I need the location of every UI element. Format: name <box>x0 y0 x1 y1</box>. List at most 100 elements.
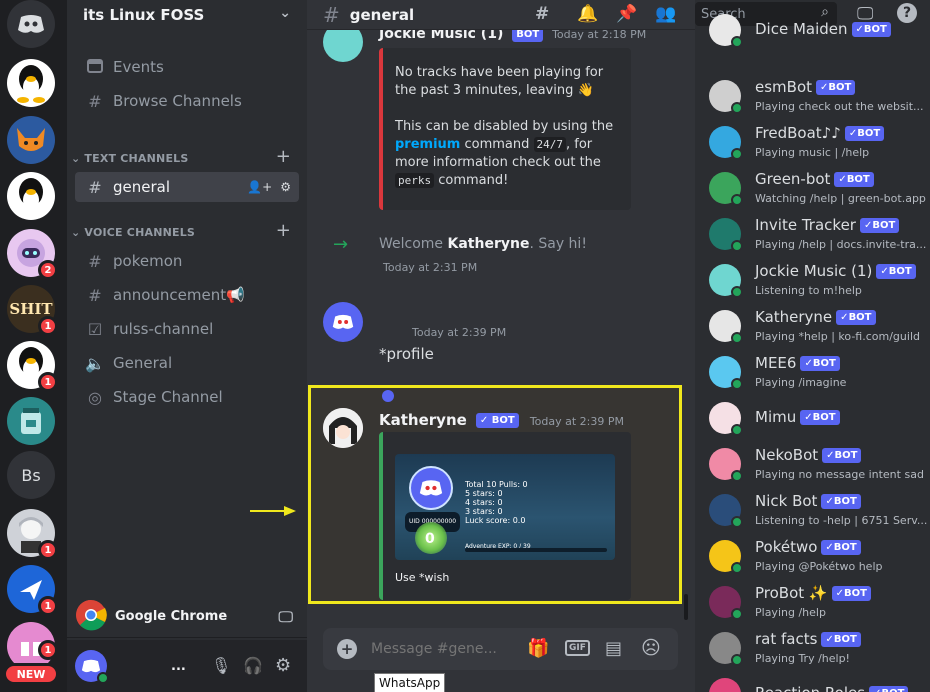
chevron-down-icon[interactable]: ⌄ <box>279 5 291 21</box>
stat-five: 5 stars: 0 <box>465 489 503 498</box>
member-row[interactable]: MEE6 ✓ BOT Playing /imagine <box>709 352 929 398</box>
bs-server[interactable]: Bs <box>7 451 55 499</box>
linux-server-icon[interactable] <box>7 59 55 107</box>
stage-channel[interactable]: ◎ Stage Channel <box>75 382 299 412</box>
member-list-icon[interactable]: 👥 <box>655 4 676 24</box>
channel-pokemon[interactable]: # pokemon <box>75 246 299 276</box>
screen-share-icon[interactable]: 🖵 <box>279 608 293 626</box>
member-name: esmBot ✓ BOT <box>755 78 856 96</box>
welcome-message: Welcome Katheryne. Say hi! <box>379 236 587 252</box>
scrollbar[interactable] <box>684 594 688 620</box>
pin-icon[interactable]: 📌 <box>616 4 637 24</box>
bot-badge-label: BOT <box>872 220 896 231</box>
member-name: Mimu ✓ BOT <box>755 408 840 426</box>
embed-text: command <box>460 137 534 152</box>
voice-channel-general[interactable]: 🔈 General <box>75 348 299 378</box>
member-row[interactable]: Invite Tracker ✓ BOT Playing /help | docs.… <box>709 214 929 260</box>
wish-caption: Use *wish <box>395 571 450 584</box>
fox-server-icon[interactable] <box>7 116 55 164</box>
linux-server-3-icon[interactable]: 1 <box>7 341 58 392</box>
gift-icon[interactable]: 🎁 <box>527 638 549 659</box>
message-input[interactable] <box>371 641 501 657</box>
activity-bar[interactable]: Google Chrome 🖵 <box>67 596 307 638</box>
member-row[interactable]: FredBoat♪♪ ✓ BOT Playing music | /help <box>709 122 929 168</box>
author-name[interactable]: Katheryne <box>379 411 467 429</box>
chat-area: # general # 🔔 📌 👥 Jockie Music (1) BOT T… <box>307 0 695 692</box>
status-dot <box>731 516 743 528</box>
member-row[interactable]: esmBot ✓ BOT Playing check out the websit.… <box>709 76 929 122</box>
browse-channels-icon: # <box>88 91 102 111</box>
user-avatar[interactable] <box>323 302 363 342</box>
headphones-icon[interactable]: 🎧 <box>243 656 263 675</box>
add-attachment-icon[interactable]: + <box>337 639 357 659</box>
robot-server-icon[interactable]: 2 <box>7 229 58 280</box>
sticker-icon[interactable]: ▤ <box>605 638 622 659</box>
member-row[interactable]: Jockie Music (1) ✓ BOT Listening to m!help <box>709 260 929 306</box>
member-row[interactable]: Katheryne ✓ BOT Playing *help | ko-fi.com/… <box>709 306 929 352</box>
member-name-text: Dice Maiden <box>755 20 848 38</box>
invite-icon[interactable]: 👤+ <box>247 180 272 194</box>
member-name: rat facts ✓ BOT <box>755 630 861 648</box>
events-link[interactable]: Events <box>75 52 299 82</box>
member-list: Search ⌕ 🖵 ? Dice Maiden✓ BOTesmBot✓ BOT… <box>695 0 930 692</box>
server-rail: 2 SHIT 1 1 Bs 1 1 1 NEW <box>0 0 67 692</box>
leave-embed: No tracks have been playing for the past… <box>379 48 631 210</box>
user-avatar[interactable] <box>75 650 109 684</box>
message-header: Katheryne ✓ BOT Today at 2:39 PM <box>379 410 624 429</box>
shit-server-icon[interactable]: SHIT 1 <box>7 285 58 336</box>
member-row[interactable]: Green-bot ✓ BOT Watching /help | green-bot… <box>709 168 929 214</box>
annotation-arrow <box>250 506 296 516</box>
microphone-icon[interactable]: 🎙 <box>211 656 231 675</box>
status-dot <box>731 148 743 160</box>
bell-icon[interactable]: 🔔 <box>577 4 598 24</box>
member-activity: Playing Try /help! <box>755 652 850 665</box>
member-name: ProBot ✨ ✓ BOT <box>755 584 871 602</box>
katheryne-avatar[interactable] <box>323 408 363 448</box>
member-name-text: rat facts <box>755 630 818 648</box>
welcome-user[interactable]: Katheryne <box>448 236 530 252</box>
status-dot <box>731 378 743 390</box>
member-row[interactable]: Nick Bot ✓ BOT Listening to -help | 6751 S… <box>709 490 929 536</box>
channel-sidebar: its Linux FOSS ⌄ Events # Browse Channel… <box>67 0 307 692</box>
jar-server-icon[interactable] <box>7 397 55 445</box>
add-channel-icon[interactable]: + <box>276 146 291 167</box>
guild-name: its Linux FOSS <box>83 6 205 24</box>
status-dot <box>731 286 743 298</box>
premium-link[interactable]: premium <box>395 137 460 152</box>
voice-channels-category[interactable]: ⌄ VOICE CHANNELS + <box>71 220 303 242</box>
browse-channels-link[interactable]: # Browse Channels <box>75 86 299 116</box>
channel-general[interactable]: # general 👤+ ⚙ <box>75 172 299 202</box>
threads-icon[interactable]: # <box>535 4 549 24</box>
guild-header[interactable]: its Linux FOSS ⌄ <box>67 0 307 30</box>
stat-three: 3 stars: 0 <box>465 507 503 516</box>
embed-text-1: No tracks have been playing for the past… <box>395 65 604 98</box>
gear-icon[interactable]: ⚙ <box>275 655 291 676</box>
channel-announcement[interactable]: # announcement📢 <box>75 280 299 310</box>
bot-badge-label: BOT <box>833 542 857 553</box>
chrome-icon <box>75 599 107 635</box>
text-channels-category[interactable]: ⌄ TEXT CHANNELS + <box>71 146 303 168</box>
linux-server-2-icon[interactable] <box>7 172 55 220</box>
member-row[interactable]: NekoBot ✓ BOT Playing no message intent sa… <box>709 444 929 490</box>
member-row[interactable]: Reaction Roles ✓ BOT <box>709 674 929 692</box>
member-row[interactable]: rat facts ✓ BOT Playing Try /help! <box>709 628 929 674</box>
stat-four: 4 stars: 0 <box>465 498 503 507</box>
member-row[interactable]: ProBot ✨ ✓ BOT Playing /help <box>709 582 929 628</box>
discord-home-icon[interactable] <box>7 0 55 48</box>
bot-badge-label: BOT <box>812 412 836 423</box>
gear-icon[interactable]: ⚙ <box>280 180 291 194</box>
taskbar-tooltip: WhatsApp <box>374 673 446 692</box>
status-dot <box>731 36 743 48</box>
member-row[interactable]: Mimu ✓ BOT <box>709 398 929 444</box>
emoji-icon[interactable]: ☹ <box>641 637 661 659</box>
arrow-join-icon: → <box>333 234 349 255</box>
anime-server-icon[interactable]: 1 <box>7 509 58 560</box>
channel-rulss[interactable]: ☑ rulss-channel <box>75 314 299 344</box>
unread-badge: 1 <box>38 596 58 616</box>
bird-server-icon[interactable]: 1 <box>7 565 58 616</box>
gif-button[interactable]: GIF <box>565 640 590 656</box>
member-row[interactable]: Dice Maiden ✓ BOT <box>709 10 929 56</box>
add-channel-icon[interactable]: + <box>276 220 291 241</box>
wish-card-image[interactable]: UID 000000000 0 Total 10 Pulls: 0 5 star… <box>395 454 615 560</box>
member-row[interactable]: Pokétwo ✓ BOT Playing @Pokétwo help <box>709 536 929 582</box>
